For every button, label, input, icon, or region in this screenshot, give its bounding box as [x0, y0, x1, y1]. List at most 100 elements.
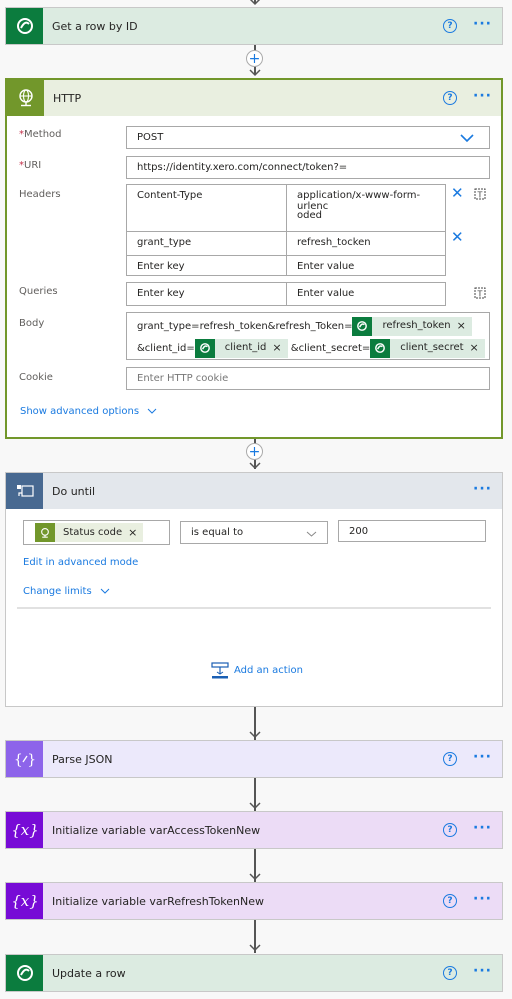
step-update-a-row[interactable]: Update a row ? ··· — [5, 954, 503, 992]
dataverse-icon — [194, 338, 215, 358]
more-options-icon[interactable]: ··· — [473, 481, 492, 497]
dynamic-content-token[interactable]: client_id × — [194, 337, 288, 359]
header-key-input[interactable]: Content-Type — [127, 190, 202, 201]
arrow-down-icon — [249, 731, 261, 739]
arrow-down-icon — [249, 69, 261, 77]
step-do-until[interactable]: Do until ··· Status code × is equal to 20… — [5, 472, 503, 707]
more-options-icon[interactable]: ··· — [473, 820, 492, 836]
step-header[interactable]: Get a row by ID ? ··· — [6, 8, 502, 44]
globe-icon — [35, 523, 55, 542]
chevron-down-icon — [100, 588, 110, 594]
header-key-input[interactable]: grant_type — [127, 237, 191, 248]
more-options-icon[interactable]: ··· — [473, 88, 492, 104]
more-options-icon[interactable]: ··· — [473, 891, 492, 907]
arrow-down-icon — [249, 462, 261, 470]
condition-operator-dropdown[interactable]: is equal to — [180, 521, 328, 544]
chevron-down-icon — [147, 408, 157, 414]
step-header[interactable]: Update a row ? ··· — [6, 955, 502, 991]
condition-left-input[interactable]: Status code × — [23, 520, 170, 545]
token-label: Status code — [63, 527, 123, 538]
flow-canvas: Get a row by ID ? ··· + HTTP ? ··· *Meth… — [0, 0, 512, 999]
method-label-text: Method — [24, 129, 62, 140]
body-text: &client_secret= — [290, 343, 371, 354]
remove-header-icon[interactable]: ✕ — [451, 230, 464, 245]
switch-to-text-mode-icon[interactable]: T — [474, 286, 486, 299]
step-parse-json[interactable]: { } Parse JSON ? ··· — [5, 740, 503, 778]
step-http[interactable]: HTTP ? ··· *Method POST *URI https://ide… — [5, 78, 503, 439]
step-title: Get a row by ID — [52, 19, 138, 33]
add-an-action-button[interactable]: Add an action — [211, 662, 303, 679]
insert-step-button[interactable]: + — [246, 443, 263, 460]
dataverse-icon — [6, 955, 43, 991]
step-header[interactable]: {x} Initialize variable varAccessTokenNe… — [6, 812, 502, 848]
step-header[interactable]: HTTP ? ··· — [7, 80, 501, 116]
more-options-icon[interactable]: ··· — [473, 16, 492, 32]
dynamic-content-token[interactable]: refresh_token × — [352, 315, 472, 337]
step-header[interactable]: {x} Initialize variable varRefreshTokenN… — [6, 883, 502, 919]
edit-in-advanced-mode-link[interactable]: Edit in advanced mode — [23, 557, 138, 568]
step-initialize-variable-refresh[interactable]: {x} Initialize variable varRefreshTokenN… — [5, 882, 503, 920]
cookie-input[interactable]: Enter HTTP cookie — [126, 367, 490, 390]
svg-text:T: T — [477, 290, 483, 299]
dynamic-content-token[interactable]: client_secret × — [370, 337, 485, 359]
more-options-icon[interactable]: ··· — [473, 749, 492, 765]
method-dropdown[interactable]: POST — [126, 126, 490, 149]
dynamic-content-token[interactable]: Status code × — [35, 523, 144, 542]
chevron-down-icon — [306, 531, 317, 537]
dataverse-icon — [352, 316, 373, 336]
remove-token-icon[interactable]: × — [128, 526, 143, 539]
query-value-input[interactable]: Enter value — [287, 288, 354, 299]
switch-to-text-mode-icon[interactable]: T — [474, 187, 486, 200]
add-action-icon — [211, 662, 229, 679]
header-value-input[interactable]: refresh_tocken — [287, 237, 371, 248]
more-options-icon[interactable]: ··· — [473, 963, 492, 979]
step-header[interactable]: { } Parse JSON ? ··· — [6, 741, 502, 777]
condition-value: 200 — [349, 525, 369, 537]
body-input[interactable]: grant_type=refresh_token&refresh_Token= r… — [126, 312, 490, 360]
help-icon[interactable]: ? — [443, 19, 457, 33]
help-icon[interactable]: ? — [443, 91, 457, 105]
token-label: client_id — [224, 342, 267, 353]
remove-token-icon[interactable]: × — [470, 337, 485, 359]
uri-label: *URI — [19, 160, 41, 171]
header-value-input-empty[interactable]: Enter value — [287, 261, 354, 272]
step-header[interactable]: Do until ··· — [6, 473, 502, 509]
change-limits-link[interactable]: Change limits — [23, 586, 110, 597]
help-icon[interactable]: ? — [443, 966, 457, 980]
help-icon[interactable]: ? — [443, 823, 457, 837]
step-get-row-by-id[interactable]: Get a row by ID ? ··· — [5, 7, 503, 45]
cookie-label: Cookie — [19, 372, 53, 383]
header-key-input-empty[interactable]: Enter key — [127, 261, 185, 272]
svg-text:T: T — [477, 191, 483, 200]
remove-token-icon[interactable]: × — [272, 337, 287, 359]
uri-label-text: URI — [24, 160, 42, 171]
svg-text:{x}: {x} — [12, 892, 38, 910]
remove-token-icon[interactable]: × — [457, 315, 472, 337]
step-title: HTTP — [53, 91, 82, 105]
remove-header-icon[interactable]: ✕ — [451, 186, 464, 201]
token-label: client_secret — [400, 342, 464, 353]
step-initialize-variable-access[interactable]: {x} Initialize variable varAccessTokenNe… — [5, 811, 503, 849]
help-icon[interactable]: ? — [443, 894, 457, 908]
condition-right-input[interactable]: 200 — [338, 520, 486, 542]
body-label: Body — [19, 318, 45, 329]
queries-label: Queries — [19, 286, 58, 297]
header-value-input-cont: oded — [297, 210, 322, 221]
arrow-down-icon — [249, 944, 261, 952]
operator-value: is equal to — [191, 527, 244, 538]
globe-icon — [7, 80, 44, 116]
show-advanced-options-link[interactable]: Show advanced options — [20, 406, 157, 417]
query-key-input[interactable]: Enter key — [127, 288, 185, 299]
header-value-input[interactable]: application/x-www-form-urlenc — [287, 190, 445, 212]
body-text: &client_id= — [137, 343, 195, 354]
token-label: refresh_token — [382, 320, 451, 331]
insert-step-button[interactable]: + — [246, 50, 263, 67]
link-label: Change limits — [23, 586, 92, 597]
step-title: Do until — [52, 484, 96, 498]
uri-input[interactable]: https://identity.xero.com/connect/token?… — [126, 156, 490, 179]
uri-value: https://identity.xero.com/connect/token?… — [137, 162, 348, 173]
variable-icon: {x} — [6, 883, 43, 919]
help-icon[interactable]: ? — [443, 752, 457, 766]
queries-table: Enter key Enter value — [126, 282, 446, 306]
chevron-down-icon — [460, 134, 474, 143]
